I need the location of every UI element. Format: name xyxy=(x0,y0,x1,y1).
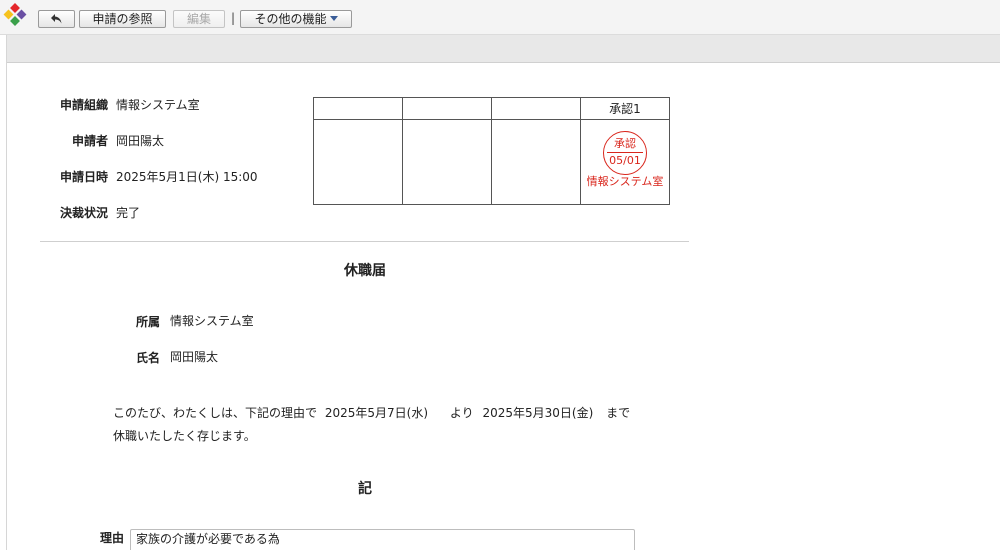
start-date: 2025年5月7日(水) xyxy=(324,406,429,420)
approval-header-3 xyxy=(491,97,581,120)
divider xyxy=(40,241,689,242)
dept-label: 所属 xyxy=(136,315,161,329)
info-row-datetime: 申請日時 2025年5月1日(木) 15:00 xyxy=(20,169,300,185)
back-arrow-icon xyxy=(50,14,61,24)
approval-cell-1 xyxy=(313,119,403,205)
reason-label: 理由 xyxy=(100,531,125,545)
toolbar-separator: | xyxy=(231,11,236,25)
stamp-divider xyxy=(607,152,643,153)
approval-header-1 xyxy=(313,97,403,120)
org-label: 申請組織 xyxy=(59,98,108,112)
approval-cell-3 xyxy=(491,119,581,205)
toolbar: 申請の参照 編集 | その他の機能 xyxy=(0,0,1000,35)
datetime-label: 申請日時 xyxy=(59,170,108,184)
document-title: 休職届 xyxy=(344,263,386,279)
reason-field[interactable]: 家族の介護が必要である為 xyxy=(130,529,635,550)
statement-line-2: 休職いたしたく存じます。 xyxy=(113,429,256,443)
datetime-value: 2025年5月1日(木) 15:00 xyxy=(116,170,258,184)
approval-cell-2 xyxy=(402,119,492,205)
stamp-org: 情報システム室 xyxy=(586,175,664,188)
view-request-button[interactable]: 申請の参照 xyxy=(79,10,166,28)
info-row-applicant: 申請者 岡田陽太 xyxy=(20,133,300,149)
applicant-label: 申請者 xyxy=(71,134,108,148)
dept-value: 情報システム室 xyxy=(170,314,254,328)
statement-text: このたび、わたくしは、下記の理由で xyxy=(113,406,318,420)
until-word: まで xyxy=(606,406,631,420)
edit-button[interactable]: 編集 xyxy=(173,10,225,28)
approval-header-2 xyxy=(402,97,492,120)
back-button[interactable] xyxy=(38,10,75,28)
status-value: 完了 xyxy=(116,206,141,220)
stamp-date: 05/01 xyxy=(609,154,641,167)
content-left-border xyxy=(6,35,7,550)
status-label: 決裁状況 xyxy=(59,206,108,220)
info-row-org: 申請組織 情報システム室 xyxy=(20,97,300,113)
org-value: 情報システム室 xyxy=(116,98,200,112)
approval-stamp: 承認 05/01 xyxy=(603,131,647,175)
statement-line-1: このたび、わたくしは、下記の理由で 2025年5月7日(水) より 2025年5… xyxy=(113,405,630,421)
name-label: 氏名 xyxy=(136,351,161,365)
app-logo-icon[interactable] xyxy=(3,3,27,27)
more-functions-button[interactable]: その他の機能 xyxy=(240,10,352,28)
end-date: 2025年5月30日(金) xyxy=(482,406,594,420)
ki-heading: 記 xyxy=(358,481,372,497)
approval-cell-4: 承認 05/01 情報システム室 xyxy=(580,119,670,205)
stamp-label: 承認 xyxy=(614,137,636,150)
applicant-value: 岡田陽太 xyxy=(116,134,165,148)
approval-header-4: 承認1 xyxy=(580,97,670,120)
from-word: より xyxy=(449,406,474,420)
info-row-status: 決裁状況 完了 xyxy=(20,205,300,221)
approval-table: 承認1 承認 05/01 情報システム室 xyxy=(313,97,670,205)
caret-down-icon xyxy=(329,16,338,21)
name-value: 岡田陽太 xyxy=(170,350,219,364)
sub-header-bar xyxy=(6,35,1000,63)
more-functions-label: その他の機能 xyxy=(254,12,327,26)
